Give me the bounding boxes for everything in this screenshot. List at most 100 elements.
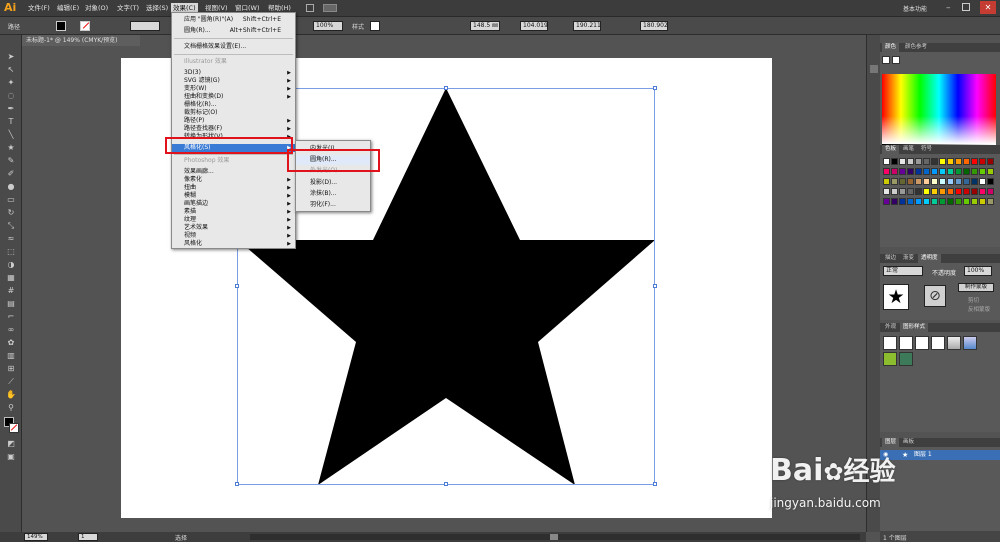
color-swatch[interactable] [899,198,906,205]
artboard-number-field[interactable]: 1 [78,533,98,541]
color-swatch[interactable] [931,158,938,165]
graphic-style-default[interactable] [883,336,897,350]
blend-mode-select[interactable]: 正常 [883,266,923,276]
none-swatch-icon[interactable] [882,56,890,64]
tab-layers[interactable]: 图层 [882,438,900,447]
color-swatch[interactable] [939,168,946,175]
color-swatch[interactable] [907,178,914,185]
color-swatch[interactable] [891,178,898,185]
menu-item-video[interactable]: 视频 ▶ [172,232,295,240]
color-swatch[interactable] [907,188,914,195]
graphic-style-5[interactable] [947,336,961,350]
color-swatch[interactable] [979,188,986,195]
graphic-style-7[interactable] [883,352,897,366]
menu-item-pixelate[interactable]: 像素化 ▶ [172,176,295,184]
tab-swatches[interactable]: 色板 [882,145,900,154]
color-swatch[interactable] [955,188,962,195]
menu-item-pathfinder[interactable]: 路径查找器(F) ▶ [172,125,295,133]
color-swatch[interactable] [955,158,962,165]
graphic-style-6[interactable] [963,336,977,350]
handle-middle-left[interactable] [235,284,239,288]
menu-item-last-effect[interactable]: 圆角(R)... Alt+Shift+Ctrl+E [172,27,295,35]
color-swatch[interactable] [979,158,986,165]
panel-dock-icon[interactable] [870,65,878,73]
color-swatch[interactable] [947,178,954,185]
tab-appearance[interactable]: 外观 [882,323,899,332]
color-swatch[interactable] [931,168,938,175]
graphic-style-8[interactable] [899,352,913,366]
handle-top-right[interactable] [653,86,657,90]
color-swatch[interactable] [923,158,930,165]
make-mask-button[interactable]: 制作蒙版 [958,283,994,292]
scrollbar-thumb[interactable] [550,534,558,540]
tab-gradient[interactable]: 渐变 [900,254,917,263]
menu-item-rasterize[interactable]: 栅格化(R)... [172,101,295,109]
color-swatch[interactable] [923,198,930,205]
color-swatch[interactable] [947,188,954,195]
color-swatch[interactable] [931,198,938,205]
color-swatch[interactable] [971,198,978,205]
color-swatch[interactable] [891,158,898,165]
menu-item-sketch[interactable]: 素描 ▶ [172,208,295,216]
color-swatch[interactable] [963,198,970,205]
color-swatch[interactable] [947,158,954,165]
handle-top-middle[interactable] [444,86,448,90]
clip-checkbox[interactable]: 剪切 [968,296,979,304]
color-swatch[interactable] [923,188,930,195]
graphic-style-none[interactable] [899,336,913,350]
color-swatch[interactable] [979,178,986,185]
color-swatch[interactable] [883,168,890,175]
menu-item-warp[interactable]: 变形(W) ▶ [172,85,295,93]
color-swatch[interactable] [907,168,914,175]
color-swatch[interactable] [971,158,978,165]
color-swatch[interactable] [987,178,994,185]
menu-item-apply-last[interactable]: 应用 "圆角(R)"(A) Shift+Ctrl+E [172,16,295,24]
color-swatch[interactable] [899,188,906,195]
color-swatch[interactable] [907,158,914,165]
tab-color-guide[interactable]: 颜色参考 [902,43,930,52]
color-swatch[interactable] [971,188,978,195]
menu-item-raster-settings[interactable]: 文档栅格效果设置(E)... [172,43,295,51]
submenu-item-scribble[interactable]: 涂抹(B)... [296,189,370,199]
white-swatch[interactable] [892,56,900,64]
color-swatch[interactable] [963,188,970,195]
menu-item-blur[interactable]: 模糊 ▶ [172,192,295,200]
tab-brushes[interactable]: 画笔 [900,145,917,154]
color-swatch[interactable] [931,188,938,195]
color-swatch[interactable] [899,178,906,185]
tab-transparency[interactable]: 透明度 [918,254,941,263]
color-swatch[interactable] [923,178,930,185]
color-swatch[interactable] [915,158,922,165]
color-swatch[interactable] [955,198,962,205]
color-swatch[interactable] [883,178,890,185]
invert-mask-checkbox[interactable]: 反相蒙版 [968,305,990,313]
color-swatch[interactable] [955,168,962,175]
color-swatch[interactable] [883,188,890,195]
color-swatch[interactable] [939,188,946,195]
color-swatch[interactable] [899,158,906,165]
color-swatch[interactable] [915,198,922,205]
tab-stroke[interactable]: 描边 [882,254,899,263]
menu-item-3d[interactable]: 3D(3) ▶ [172,69,295,77]
handle-middle-right[interactable] [653,284,657,288]
color-swatch[interactable] [915,188,922,195]
color-swatch[interactable] [907,198,914,205]
color-swatch[interactable] [971,178,978,185]
color-swatch[interactable] [915,168,922,175]
menu-item-brush-strokes[interactable]: 画笔描边 ▶ [172,200,295,208]
color-swatch[interactable] [947,198,954,205]
color-swatch[interactable] [987,158,994,165]
handle-bottom-right[interactable] [653,482,657,486]
color-swatch[interactable] [939,178,946,185]
graphic-style-4[interactable] [931,336,945,350]
color-swatch[interactable] [891,198,898,205]
color-swatch[interactable] [963,178,970,185]
submenu-item-drop-shadow[interactable]: 投影(D)... [296,178,370,188]
opacity-input[interactable]: 100% [964,266,992,276]
menu-item-artistic[interactable]: 艺术效果 ▶ [172,224,295,232]
color-swatch[interactable] [971,168,978,175]
color-swatch[interactable] [883,198,890,205]
submenu-item-feather[interactable]: 羽化(F)... [296,200,370,210]
color-swatch[interactable] [891,168,898,175]
color-swatch[interactable] [931,178,938,185]
